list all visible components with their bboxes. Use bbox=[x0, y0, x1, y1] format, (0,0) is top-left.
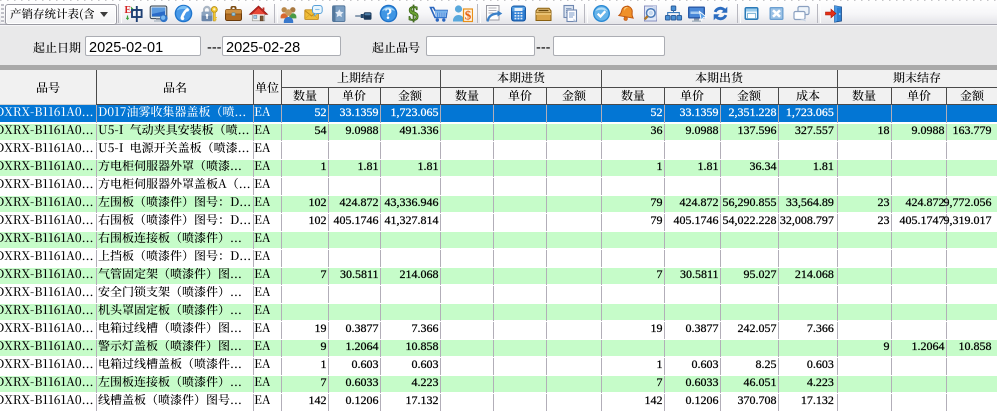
svg-text:$: $ bbox=[408, 3, 419, 24]
svg-text:$: $ bbox=[464, 8, 471, 23]
svg-text:?: ? bbox=[384, 6, 392, 23]
svg-text:E: E bbox=[124, 5, 131, 16]
